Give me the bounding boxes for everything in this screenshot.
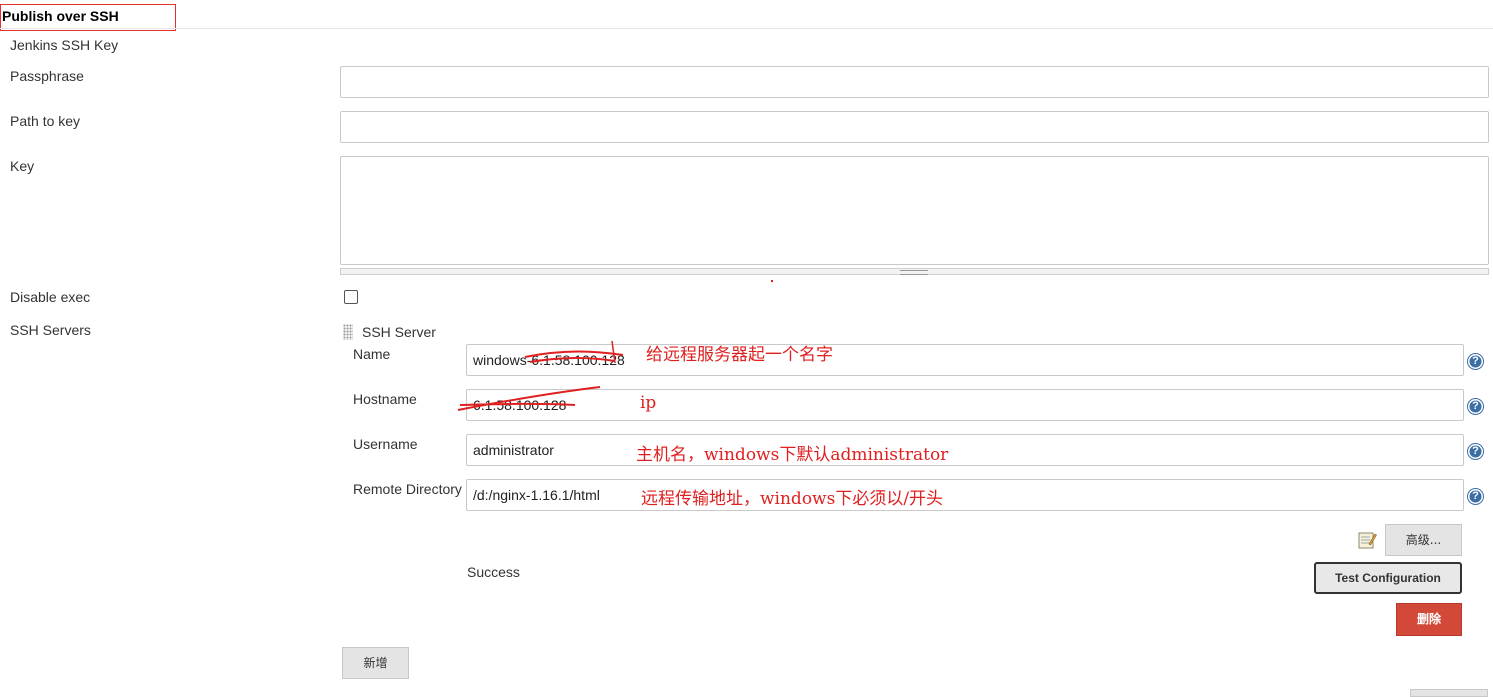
section-divider	[0, 28, 1493, 29]
username-help-icon[interactable]: ?	[1468, 444, 1483, 459]
delete-server-button[interactable]: 删除	[1396, 603, 1462, 636]
ssh-servers-label: SSH Servers	[10, 322, 91, 338]
add-server-button[interactable]: 新增	[342, 647, 409, 679]
redaction-stroke-4	[457, 386, 601, 411]
remote-directory-label: Remote Directory	[353, 481, 462, 497]
redaction-scribbles	[457, 340, 624, 411]
resize-grip-icon[interactable]	[900, 270, 928, 275]
name-annotation: 给远程服务器起一个名字	[646, 345, 833, 365]
test-configuration-button[interactable]: Test Configuration	[1314, 562, 1462, 594]
passphrase-label: Passphrase	[10, 68, 84, 84]
path-to-key-input[interactable]	[340, 111, 1489, 143]
test-status-text: Success	[467, 564, 520, 580]
disable-exec-label: Disable exec	[10, 289, 91, 305]
redaction-stroke-5	[459, 402, 576, 406]
username-input[interactable]: administrator	[466, 434, 1464, 466]
redaction-stroke-1	[524, 350, 624, 358]
key-label: Key	[10, 158, 35, 174]
remote-directory-input[interactable]: /d:/nginx-1.16.1/html	[466, 479, 1464, 511]
username-annotation: 主机名，windows下默认administrator	[636, 445, 949, 465]
jenkins-ssh-key-heading: Jenkins SSH Key	[10, 37, 119, 53]
server-name-label: Name	[353, 346, 391, 362]
key-textarea[interactable]	[340, 156, 1489, 265]
path-to-key-label: Path to key	[10, 113, 81, 129]
passphrase-input[interactable]	[340, 66, 1489, 98]
drag-handle-icon[interactable]	[343, 324, 353, 340]
hostname-annotation: ip	[640, 393, 657, 413]
section-title: Publish over SSH	[2, 8, 119, 24]
advanced-button[interactable]: 高级...	[1385, 524, 1462, 556]
remote-directory-annotation: 远程传输地址，windows下必须以/开头	[641, 489, 944, 509]
remote-directory-help-icon[interactable]: ?	[1468, 489, 1483, 504]
red-mark	[771, 280, 773, 282]
bottom-partial-button[interactable]	[1410, 689, 1488, 697]
name-help-icon[interactable]: ?	[1468, 354, 1483, 369]
username-label: Username	[353, 436, 418, 452]
disable-exec-checkbox[interactable]	[344, 290, 358, 304]
notepad-icon[interactable]	[1357, 530, 1377, 550]
redaction-stroke-2	[529, 357, 616, 363]
hostname-label: Hostname	[353, 391, 417, 407]
ssh-server-header: SSH Server	[362, 324, 436, 340]
hostname-help-icon[interactable]: ?	[1468, 399, 1483, 414]
